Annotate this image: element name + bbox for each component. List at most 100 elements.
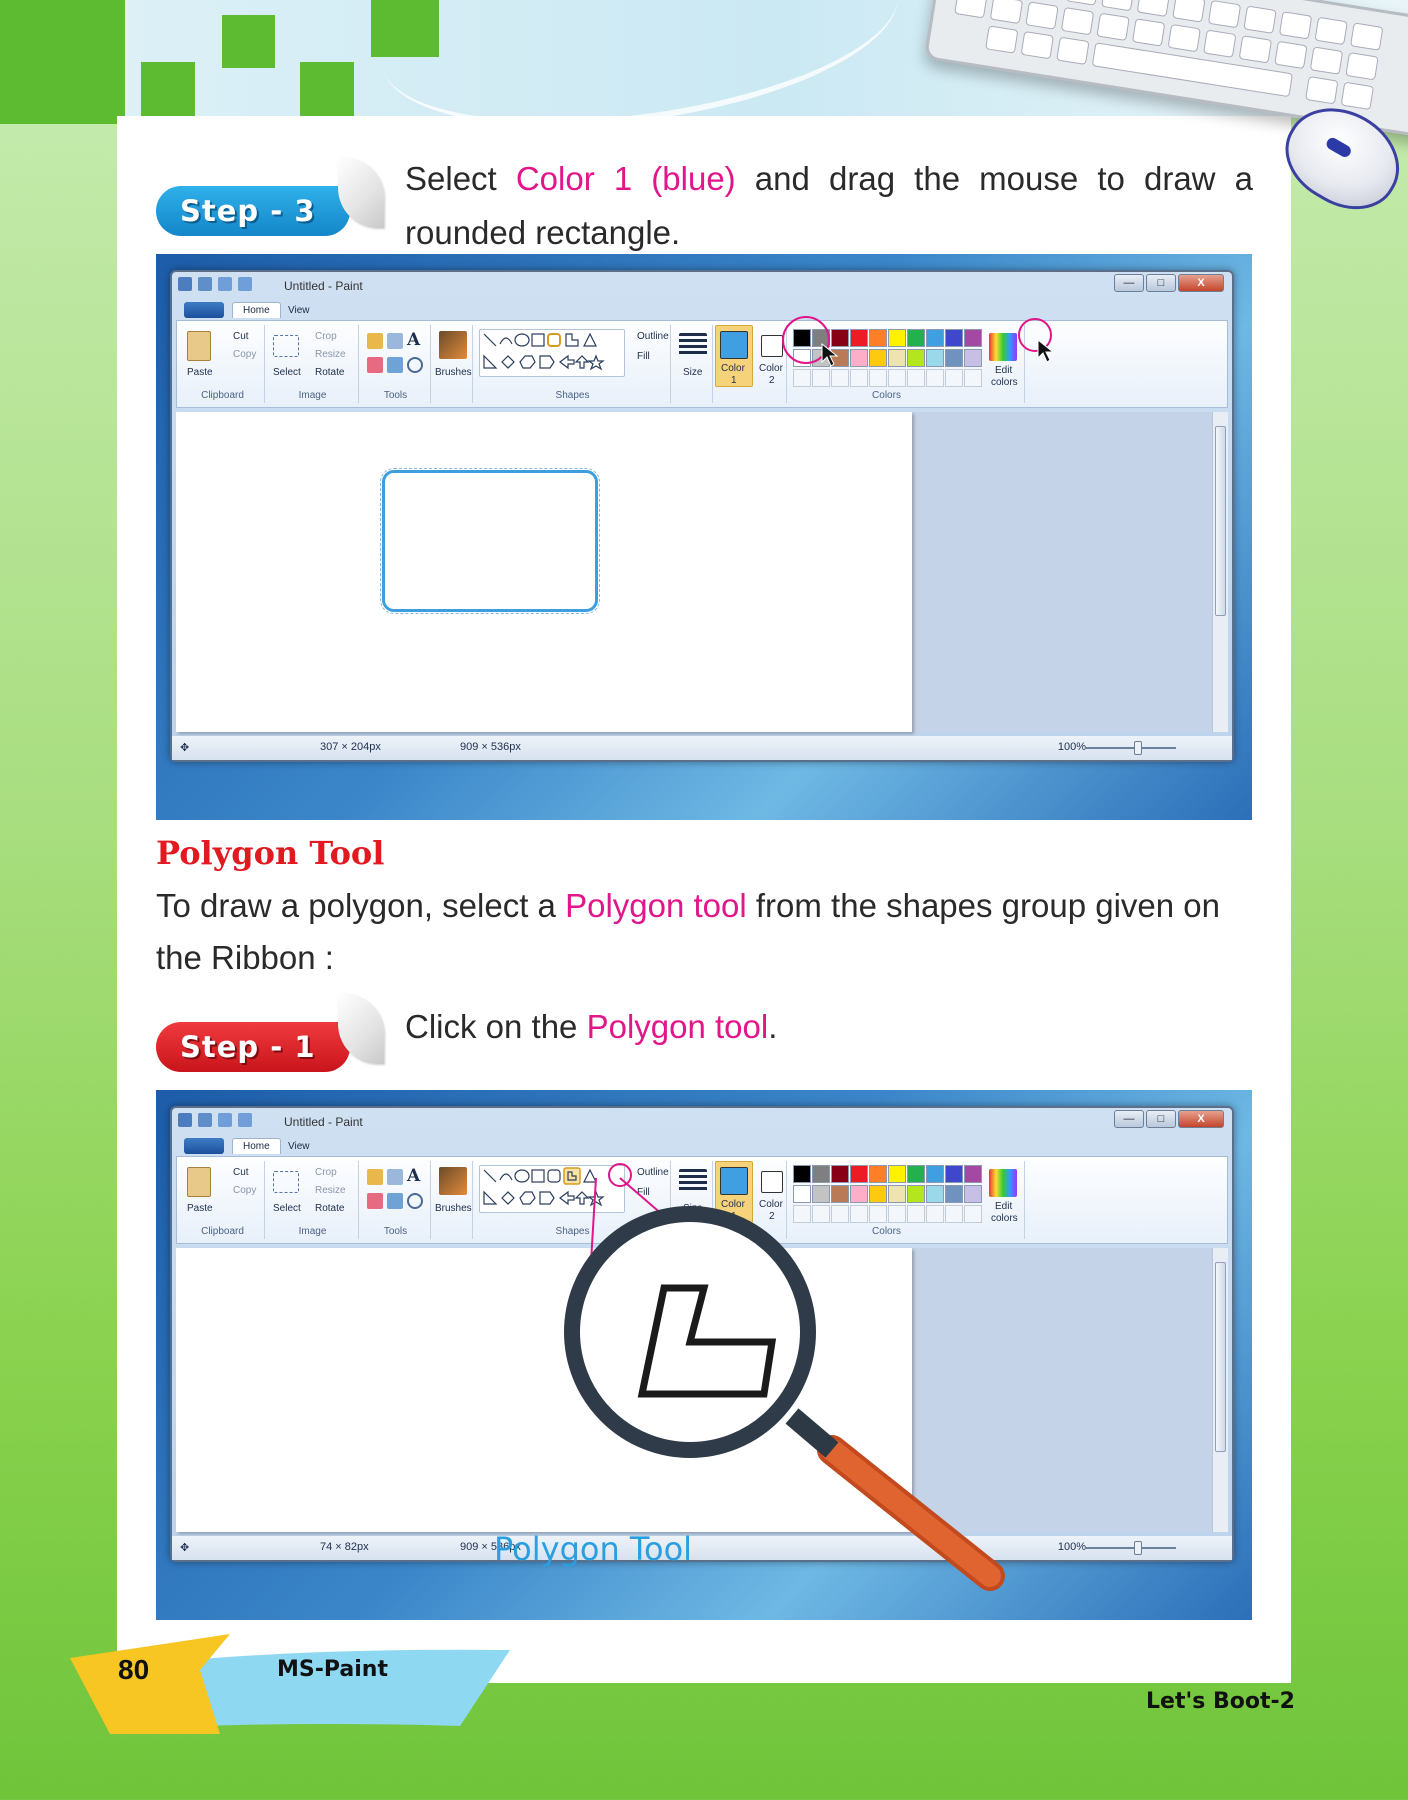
tab-view[interactable]: View xyxy=(278,303,320,318)
size-icon[interactable] xyxy=(679,333,707,357)
canvas-area xyxy=(176,412,1228,732)
fill-bucket-icon[interactable] xyxy=(387,333,403,349)
page-number: 80 xyxy=(118,1654,150,1685)
brushes-group: Brushes xyxy=(433,325,473,403)
eraser-icon[interactable] xyxy=(367,357,383,373)
paint-app-icon xyxy=(178,277,192,291)
title-bar: Untitled - Paint — □ X xyxy=(172,272,1232,300)
text-tool-icon[interactable]: A xyxy=(407,330,420,350)
zoom-slider-thumb[interactable] xyxy=(1134,741,1142,755)
move-cursor-icon: ✥ xyxy=(180,742,190,754)
color-swatch[interactable] xyxy=(907,349,925,367)
color-picker-icon[interactable] xyxy=(387,357,403,373)
color-swatch[interactable] xyxy=(926,349,944,367)
redo-icon xyxy=(238,277,252,291)
quick-access-toolbar[interactable] xyxy=(178,277,274,295)
pencil-icon[interactable] xyxy=(367,333,383,349)
size-button[interactable]: Size xyxy=(683,367,702,378)
step1-instruction: Click on the Polygon tool. xyxy=(405,1008,778,1045)
rotate-button[interactable]: Rotate xyxy=(315,367,344,378)
shapes-group: Outline Fill Shapes xyxy=(475,325,671,403)
custom-color-slot[interactable] xyxy=(812,369,830,387)
maximize-button[interactable]: □ xyxy=(1146,274,1176,292)
edit-colors-button[interactable]: Edit xyxy=(995,365,1012,376)
drawing-canvas[interactable] xyxy=(176,412,912,732)
color-swatch[interactable] xyxy=(907,329,925,347)
color-swatch[interactable] xyxy=(850,349,868,367)
rounded-rectangle-shape[interactable] xyxy=(380,468,600,614)
mouse-pointer-icon xyxy=(1037,338,1055,363)
image-group: Select Crop Resize Rotate Image xyxy=(267,325,359,403)
color-swatch[interactable] xyxy=(926,329,944,347)
paint-screenshot-1: Untitled - Paint — □ X Home View Paste Cut… xyxy=(156,254,1252,820)
select-button[interactable]: Select xyxy=(273,367,301,378)
custom-color-slot[interactable] xyxy=(869,369,887,387)
crop-button[interactable]: Crop xyxy=(315,331,337,342)
select-icon xyxy=(273,335,299,357)
tools-group: A Tools xyxy=(361,325,431,403)
vertical-scrollbar[interactable] xyxy=(1212,412,1228,732)
shapes-gallery-icons xyxy=(483,332,605,371)
selection-size: 307 × 204px xyxy=(320,741,381,753)
shapes-gallery[interactable] xyxy=(479,329,625,377)
chapter-tag: MS-Paint xyxy=(277,1657,388,1682)
section-heading: Polygon Tool xyxy=(156,834,385,872)
color-swatch[interactable] xyxy=(888,329,906,347)
step3-instruction: Select Color 1 (blue) and drag the mouse… xyxy=(405,160,1253,251)
color-swatch[interactable] xyxy=(869,329,887,347)
clipboard-group: Paste Cut Copy Clipboard xyxy=(181,325,265,403)
close-button[interactable]: X xyxy=(1178,274,1224,292)
color-swatch[interactable] xyxy=(888,349,906,367)
deco-square xyxy=(371,0,439,57)
color-swatch[interactable] xyxy=(869,349,887,367)
color-swatch[interactable] xyxy=(850,329,868,347)
color-swatch[interactable] xyxy=(964,349,982,367)
status-bar: ✥ 307 × 204px 909 × 536px 100% xyxy=(172,736,1232,760)
paint-screenshot-2: Untitled - Paint — □ X Home View Paste Cut… xyxy=(156,1090,1252,1620)
color1-swatch xyxy=(720,331,748,359)
tab-home[interactable]: Home xyxy=(232,302,281,318)
edit-colors-icon[interactable] xyxy=(989,333,1017,361)
color-swatch[interactable] xyxy=(945,329,963,347)
polygon-intro-text: To draw a polygon, select a Polygon tool… xyxy=(156,887,1221,976)
brush-icon[interactable] xyxy=(439,331,467,359)
canvas-size: 909 × 536px xyxy=(460,741,521,753)
color-slots: Color 1 Color 2 xyxy=(715,325,787,403)
cut-button[interactable]: Cut xyxy=(233,331,249,342)
paste-button[interactable]: Paste xyxy=(187,367,213,378)
custom-color-slot[interactable] xyxy=(831,369,849,387)
custom-color-slot[interactable] xyxy=(926,369,944,387)
resize-button[interactable]: Resize xyxy=(315,349,346,360)
custom-color-slot[interactable] xyxy=(945,369,963,387)
green-corner-block xyxy=(0,0,125,124)
custom-color-slot[interactable] xyxy=(888,369,906,387)
fill-button[interactable]: Fill xyxy=(637,351,650,362)
custom-color-slot[interactable] xyxy=(907,369,925,387)
color-swatch[interactable] xyxy=(945,349,963,367)
minimize-button[interactable]: — xyxy=(1114,274,1144,292)
custom-color-slot[interactable] xyxy=(964,369,982,387)
step-badge: Step - 3 xyxy=(156,186,350,236)
magnifier-icon[interactable] xyxy=(407,357,423,373)
custom-color-slot[interactable] xyxy=(850,369,868,387)
ribbon: Paste Cut Copy Clipboard Select Crop Res… xyxy=(176,320,1228,408)
deco-square xyxy=(141,62,195,116)
mouse-pointer-icon xyxy=(821,342,839,367)
zoom-slider[interactable] xyxy=(1086,747,1176,749)
paint-menu-button[interactable] xyxy=(184,302,224,318)
paste-icon xyxy=(187,331,211,361)
color-swatch[interactable] xyxy=(964,329,982,347)
save-icon xyxy=(198,277,212,291)
undo-icon xyxy=(218,277,232,291)
paint-window: Untitled - Paint — □ X Home View Paste Cut… xyxy=(170,270,1234,762)
size-group: Size xyxy=(673,325,713,403)
outline-button[interactable]: Outline xyxy=(637,331,669,342)
step-badge: Step - 1 xyxy=(156,1022,350,1072)
custom-color-slot[interactable] xyxy=(793,369,811,387)
zoom-level: 100% xyxy=(1057,741,1086,753)
color2-button[interactable] xyxy=(761,335,783,357)
copy-button[interactable]: Copy xyxy=(233,349,256,360)
ribbon-tabs: Home View xyxy=(172,300,1232,320)
deco-square xyxy=(222,15,275,68)
brushes-button[interactable]: Brushes xyxy=(435,367,472,378)
